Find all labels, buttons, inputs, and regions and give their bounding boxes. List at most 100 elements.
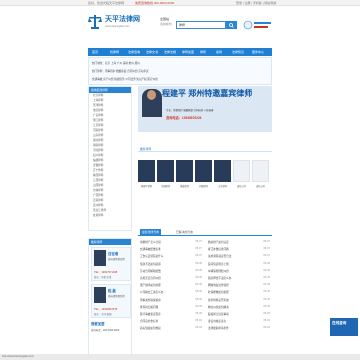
nav-item[interactable]: 首页 <box>92 50 98 54</box>
nav-item[interactable]: 法律法规 <box>164 50 176 54</box>
news-item[interactable]: 民间借贷利息上限 05-06 <box>208 262 270 269</box>
news-title: 抚养权归属问题 <box>140 305 159 309</box>
lawyer-card[interactable]: 付国律师 <box>157 160 174 190</box>
lawyer-card[interactable]: 虚位以待 <box>252 160 269 190</box>
search-input[interactable]: 律师 <box>176 21 226 29</box>
lawyer-name: 付国律师 <box>161 186 170 188</box>
news-item[interactable]: 遗产继承如何办理 05-06 <box>140 283 202 290</box>
search-icon <box>229 22 234 28</box>
news-title: 房屋买卖合同纠纷 <box>140 276 161 280</box>
news-item[interactable]: 刑事案件取保候审 05-05 <box>140 298 202 305</box>
lawyer-name: 王东律师 <box>218 186 227 188</box>
news-title: 试用期辞退是否合法 <box>208 255 232 259</box>
news-item[interactable]: 社保断缴如何处理 05-05 <box>208 290 270 297</box>
tab-latest[interactable]: 最新法律咨询 <box>140 229 161 235</box>
subnav-line[interactable]: 热门城市：北京 上海 广州 深圳 杭州 郑州 <box>92 61 140 65</box>
promo-card[interactable]: 程 磊 郑州律师事务所 TEL：13939897678 擅长：合同 婚姻 <box>91 284 131 318</box>
news-item[interactable]: 物业纠纷如何解决 05-05 <box>208 305 270 312</box>
news-title: 债务转移是否有效 <box>208 298 229 302</box>
nav-item[interactable]: 法律咨询 <box>128 50 140 54</box>
lawyer-card[interactable]: 王东律师 <box>214 160 231 190</box>
news-item[interactable]: 拆迁补偿标准问题 05-07 <box>208 247 270 254</box>
online-consult-badge[interactable]: 在线咨询 <box>330 318 358 336</box>
news-date: 05-07 <box>195 247 202 251</box>
news-item[interactable]: 债务转移是否有效 05-05 <box>208 298 270 305</box>
news-item[interactable]: 网购维权法律途径 05-06 <box>208 283 270 290</box>
news-date: 05-06 <box>263 275 270 279</box>
badge-label: 在线咨询 <box>332 321 347 325</box>
promo-card[interactable]: 白宏增 郑州律师事务所 TEL：13937971938 擅长：刑事 民事 <box>91 247 131 281</box>
region-sidebar: 按地区找律师 北京律师 上海律师 天津律师 重庆律师 广东律师 浙江律师 江苏律师 河南律师山… <box>88 86 132 231</box>
promo-name: 程 磊 <box>108 289 116 293</box>
news-item[interactable]: 租房押金不退怎么办 05-06 <box>208 276 270 283</box>
nav-item[interactable]: 法律知识 <box>232 50 244 54</box>
news-item[interactable]: 房屋买卖合同纠纷 05-06 <box>140 276 202 283</box>
promo-photo <box>94 287 106 303</box>
search-category-select[interactable]: 律师 <box>179 23 185 27</box>
nav-item[interactable]: 律师加盟 <box>182 50 194 54</box>
news-date: 05-06 <box>195 268 202 272</box>
news-title: 物业纠纷如何解决 <box>208 305 229 309</box>
nav-item[interactable]: 服务中心 <box>252 50 264 54</box>
news-title: 民间借贷利息上限 <box>208 262 229 266</box>
join-link[interactable]: 我要加盟 <box>91 321 131 326</box>
news-item[interactable]: 借款不还如何起诉 05-06 <box>140 262 202 269</box>
news-item[interactable]: 车辆保险理赔纠纷 05-06 <box>208 269 270 276</box>
news-item[interactable]: 法律援助申请条件 05-04 <box>208 326 270 333</box>
news-item[interactable]: 公司拖欠工资怎么办 05-05 <box>140 290 202 297</box>
news-title: 公司拖欠工资怎么办 <box>140 291 164 295</box>
news-item[interactable]: 抚养权归属问题 05-05 <box>140 305 202 312</box>
search-button[interactable] <box>226 21 237 29</box>
lawyer-card[interactable]: 杨成律师 <box>176 160 193 190</box>
nav-item[interactable]: 案例 <box>216 50 222 54</box>
lawyer-photo <box>195 160 212 182</box>
news-item[interactable]: 诉讼时效是多久 05-04 <box>208 319 270 326</box>
scales-icon <box>88 15 102 29</box>
promo-note: 擅长：合同 婚姻 <box>94 313 112 316</box>
lawyer-name: 杨成律师 <box>180 186 189 188</box>
news-date: 05-06 <box>195 261 202 265</box>
featured-banner[interactable]: 程建平 郑州特邀嘉宾律师 专长：刑事辩护 婚姻家庭 合同纠纷 人身损害 咨询电话… <box>138 86 272 132</box>
subnav-line[interactable]: 交通事故 房产纠纷 债权债务 公司法务 知识产权 医疗纠纷 <box>92 77 158 81</box>
nav-item[interactable]: 找律师 <box>110 50 119 54</box>
lawyer-photo <box>138 160 155 182</box>
news-list-right: 婚前财产如何认定 05-07 拆迁补偿标准问题 05-07 试用期辞退是否合法 05-07… <box>208 240 270 333</box>
news-item[interactable]: 医疗事故鉴定程序 05-05 <box>140 312 202 319</box>
news-date: 05-04 <box>263 326 270 330</box>
sidebar-item[interactable]: 甘肃律师 <box>89 213 131 218</box>
nav-item[interactable]: 律所 <box>200 50 206 54</box>
news-item[interactable]: 离婚财产怎么分割 05-07 <box>140 240 202 247</box>
news-date: 05-07 <box>195 240 202 243</box>
top-links[interactable]: 登录 | 注册 | 手机版 | 网站导航 <box>236 1 276 5</box>
lawyer-card[interactable]: 刘强律师 <box>195 160 212 190</box>
promo-desc: 郑州律师事务所 <box>108 295 125 298</box>
news-item[interactable]: 股权转让注意事项 05-05 <box>208 312 270 319</box>
lawyer-name: 虚位以待 <box>256 186 265 188</box>
news-title: 拆迁补偿标准问题 <box>208 248 229 252</box>
nav-item[interactable]: 法律文书 <box>146 50 158 54</box>
news-item[interactable]: 合同违约金标准 05-04 <box>140 319 202 326</box>
lawyer-face <box>147 90 156 100</box>
switch-city-link[interactable]: [切换城市] <box>160 22 172 26</box>
site-logo[interactable]: 天平法律网 www.tianpinglaw.com <box>88 14 158 34</box>
recommend-header: 推荐律师 <box>138 146 272 152</box>
news-item[interactable]: 交通事故赔偿标准 05-07 <box>140 247 202 254</box>
lawyer-card[interactable]: 虚位以待 <box>233 160 250 190</box>
tab-solved[interactable]: 已解决的咨询 <box>176 230 193 234</box>
news-item[interactable]: 婚前财产如何认定 05-07 <box>208 240 270 247</box>
news-title: 离婚财产怎么分割 <box>140 241 161 244</box>
hotline-text: 免费咨询热线 400-0000-0000 <box>135 1 175 5</box>
news-item[interactable]: 劳动合同解除赔偿 05-06 <box>140 269 202 276</box>
news-title: 网购维权法律途径 <box>208 284 229 288</box>
news-date: 05-05 <box>263 297 270 301</box>
news-item[interactable]: 商标侵权如何维权 05-04 <box>140 326 202 333</box>
news-date: 05-05 <box>195 297 202 301</box>
news-title: 遗产继承如何办理 <box>140 284 161 288</box>
news-date: 05-05 <box>263 304 270 308</box>
lawyer-card[interactable]: 程建平律师 <box>138 160 155 190</box>
news-item[interactable]: 试用期辞退是否合法 05-07 <box>208 254 270 261</box>
news-item[interactable]: 工伤认定流程是什么 05-07 <box>140 254 202 261</box>
news-date: 05-07 <box>263 240 270 243</box>
promo-title: 推荐律师 <box>89 239 131 245</box>
subnav-line[interactable]: 热门律师：刑事辩护 婚姻家庭 合同纠纷 劳动争议 <box>92 69 149 73</box>
